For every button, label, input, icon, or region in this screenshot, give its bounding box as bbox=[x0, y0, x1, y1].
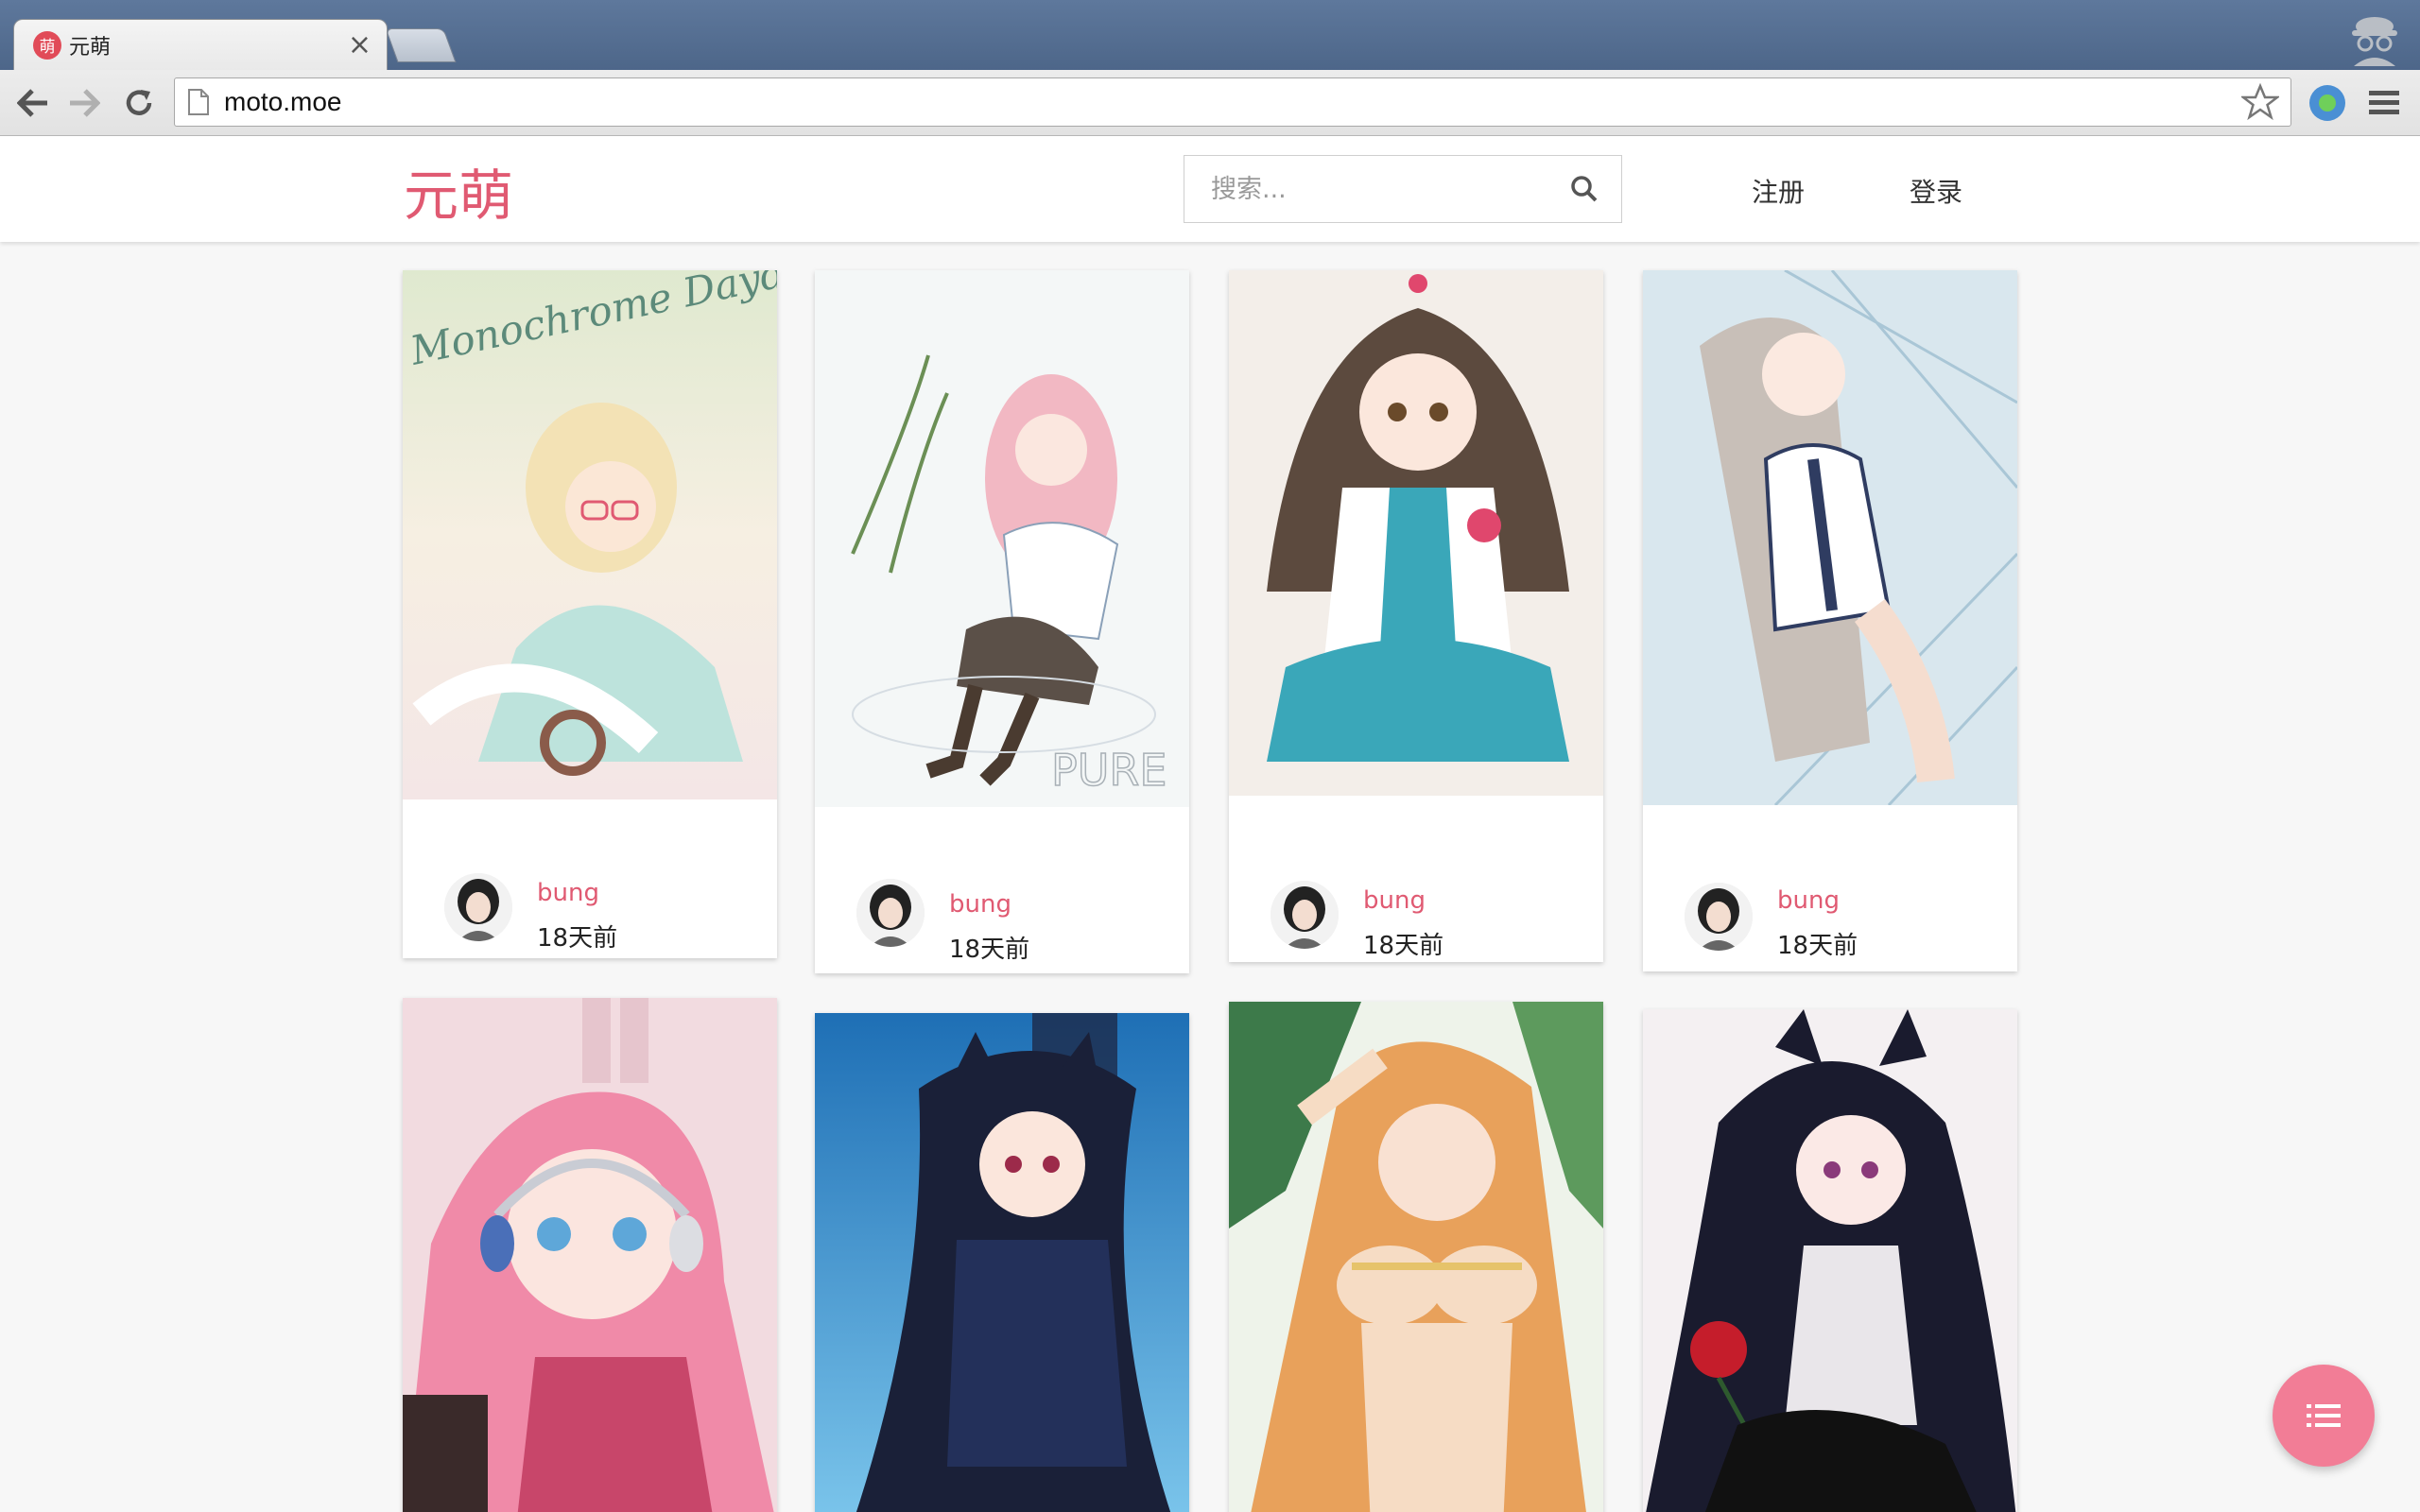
author-name[interactable]: bung bbox=[537, 879, 599, 907]
card-meta: bung 18天前 bbox=[1229, 849, 1603, 962]
avatar[interactable] bbox=[856, 879, 925, 947]
incognito-icon bbox=[2352, 17, 2397, 66]
card-meta: bung 18天前 bbox=[815, 841, 1189, 973]
search-box bbox=[1184, 155, 1622, 223]
reload-button[interactable] bbox=[117, 81, 161, 125]
back-button[interactable] bbox=[11, 81, 55, 125]
site-header: 元萌 注册 登录 bbox=[0, 136, 2420, 242]
reload-icon bbox=[126, 90, 152, 115]
card-meta: bung 18天前 bbox=[1643, 849, 2017, 971]
post-card[interactable]: Monochrome Daydream bung 18天前 bbox=[403, 270, 777, 958]
tab-favicon-icon: 萌 bbox=[33, 30, 61, 60]
url-text[interactable]: moto.moe bbox=[224, 87, 2241, 117]
hamburger-menu-icon[interactable] bbox=[2367, 87, 2401, 119]
avatar[interactable] bbox=[444, 873, 512, 941]
author-name[interactable]: bung bbox=[1363, 886, 1426, 915]
login-link[interactable]: 登录 bbox=[1910, 172, 1962, 210]
post-card[interactable]: PURE bung 18天前 bbox=[815, 270, 1189, 973]
back-arrow-icon bbox=[17, 89, 47, 117]
post-image[interactable] bbox=[1229, 270, 1603, 796]
post-image[interactable]: Monochrome Daydream bbox=[403, 270, 777, 799]
avatar[interactable] bbox=[1270, 881, 1339, 949]
page-icon bbox=[188, 89, 209, 115]
post-card[interactable]: bung 18天前 bbox=[1643, 270, 2017, 971]
post-image[interactable]: PURE bbox=[815, 270, 1189, 807]
star-icon[interactable] bbox=[2241, 83, 2279, 121]
address-bar[interactable]: moto.moe bbox=[174, 77, 2291, 127]
new-tab-button[interactable] bbox=[385, 28, 457, 62]
post-time: 18天前 bbox=[1777, 932, 1858, 960]
post-image[interactable] bbox=[1643, 270, 2017, 805]
avatar[interactable] bbox=[1685, 883, 1753, 951]
browser-tabstrip: 萌 元萌 × bbox=[0, 0, 2420, 70]
site-logo[interactable]: 元萌 bbox=[404, 151, 513, 231]
browser-toolbar: moto.moe bbox=[0, 70, 2420, 136]
card-meta: bung 18天前 bbox=[403, 845, 777, 958]
search-input[interactable] bbox=[1211, 174, 1570, 204]
post-card[interactable] bbox=[1229, 1002, 1603, 1512]
author-name[interactable]: bung bbox=[949, 890, 1011, 919]
post-image[interactable] bbox=[403, 998, 777, 1512]
search-icon[interactable] bbox=[1570, 175, 1599, 203]
forward-button[interactable] bbox=[62, 81, 106, 125]
post-card[interactable] bbox=[403, 998, 777, 1512]
extension-icon[interactable] bbox=[2309, 85, 2345, 121]
post-card[interactable] bbox=[815, 1013, 1189, 1512]
register-link[interactable]: 注册 bbox=[1752, 172, 1805, 210]
svg-text:PURE: PURE bbox=[1051, 745, 1167, 796]
post-image[interactable] bbox=[1229, 1002, 1603, 1512]
author-name[interactable]: bung bbox=[1777, 886, 1840, 915]
post-time: 18天前 bbox=[1363, 932, 1444, 960]
post-time: 18天前 bbox=[537, 924, 618, 953]
post-card[interactable]: bung 18天前 bbox=[1229, 270, 1603, 962]
tab-close-icon[interactable]: × bbox=[348, 30, 372, 60]
post-time: 18天前 bbox=[949, 936, 1030, 964]
browser-tab[interactable]: 萌 元萌 × bbox=[13, 19, 388, 70]
tab-title: 元萌 bbox=[69, 35, 112, 60]
post-image[interactable] bbox=[815, 1013, 1189, 1512]
fab-button[interactable] bbox=[2273, 1365, 2375, 1467]
list-icon bbox=[2307, 1404, 2341, 1427]
forward-arrow-icon bbox=[70, 89, 100, 117]
post-card[interactable] bbox=[1643, 1009, 2017, 1512]
post-image[interactable] bbox=[1643, 1009, 2017, 1512]
